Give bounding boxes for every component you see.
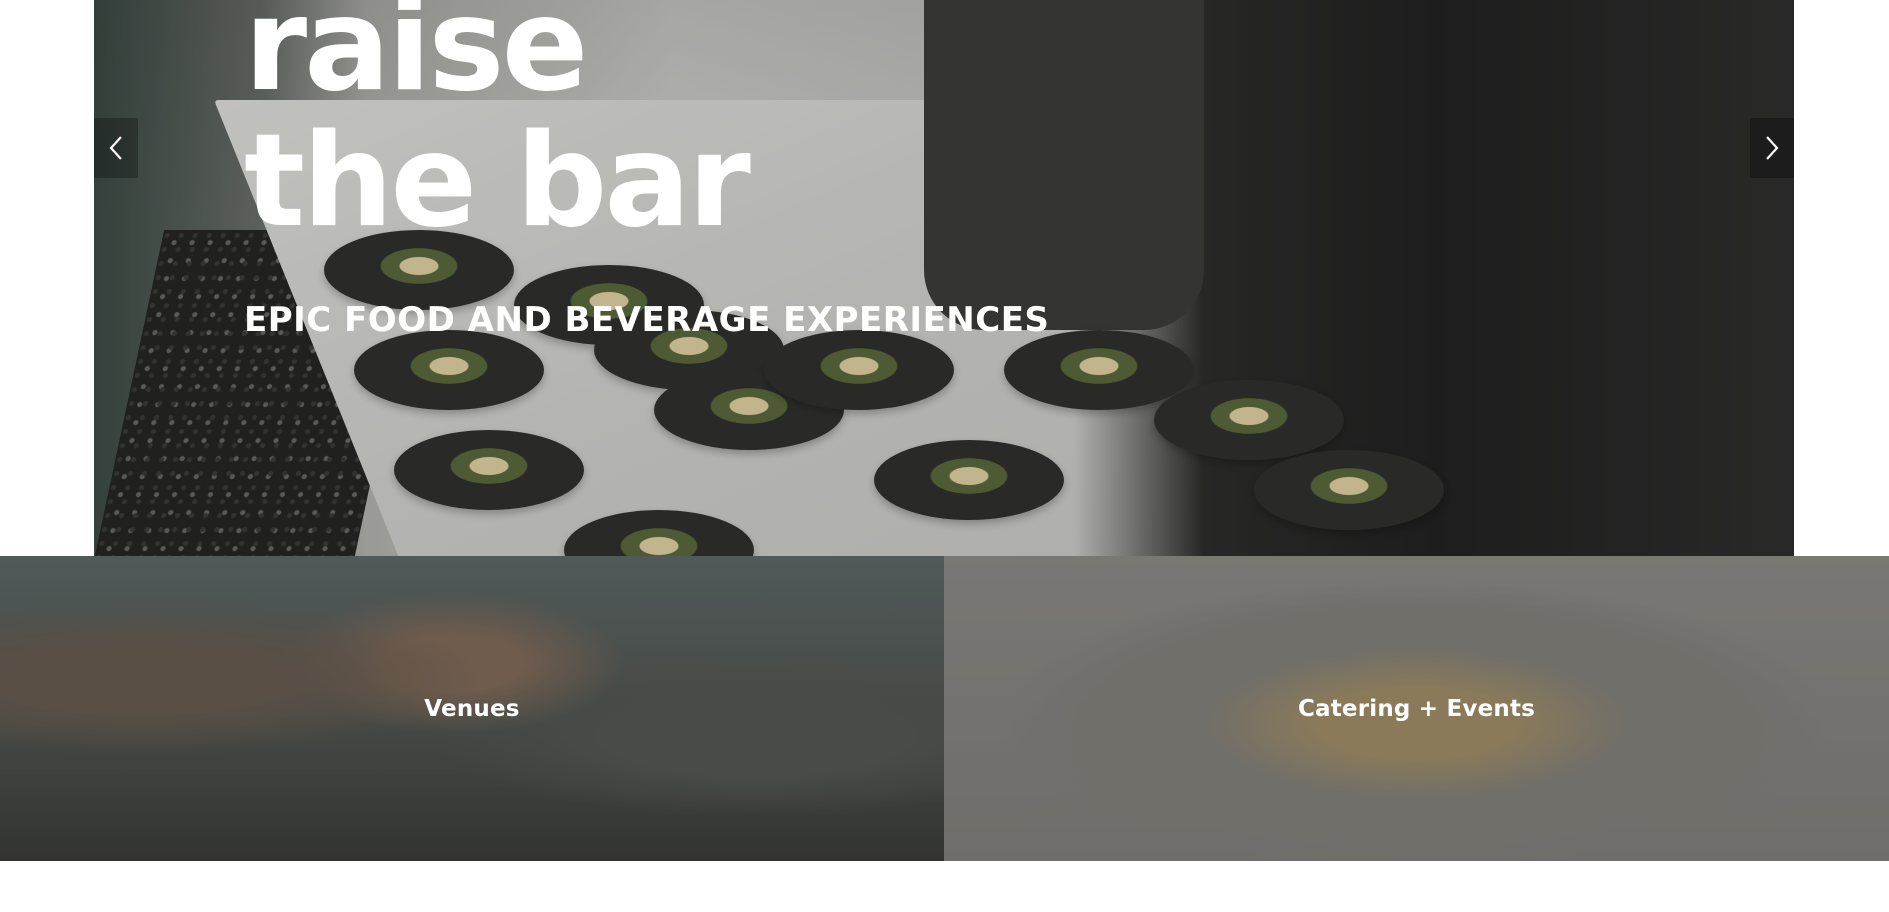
catering-events-tile-label: Catering + Events — [1297, 695, 1536, 722]
venues-tile-label: Venues — [424, 695, 520, 722]
venues-tile[interactable]: Venues — [0, 556, 944, 861]
catering-events-tile[interactable]: Catering + Events — [944, 556, 1889, 861]
hero-headline-line-1: raise — [244, 0, 588, 120]
chevron-left-icon — [109, 136, 122, 160]
slider-next-button[interactable] — [1750, 118, 1794, 178]
chevron-right-icon — [1766, 136, 1779, 160]
slider-prev-button[interactable] — [94, 118, 138, 178]
hero-subheadline: EPIC FOOD AND BEVERAGE EXPERIENCES — [244, 300, 1050, 340]
hero-slider: raise the bar EPIC FOOD AND BEVERAGE EXP… — [94, 0, 1794, 556]
category-tiles: Venues Catering + Events — [0, 556, 1889, 861]
hero-headline-line-2: the bar — [244, 107, 751, 256]
hero-headline: raise the bar — [244, 0, 751, 256]
